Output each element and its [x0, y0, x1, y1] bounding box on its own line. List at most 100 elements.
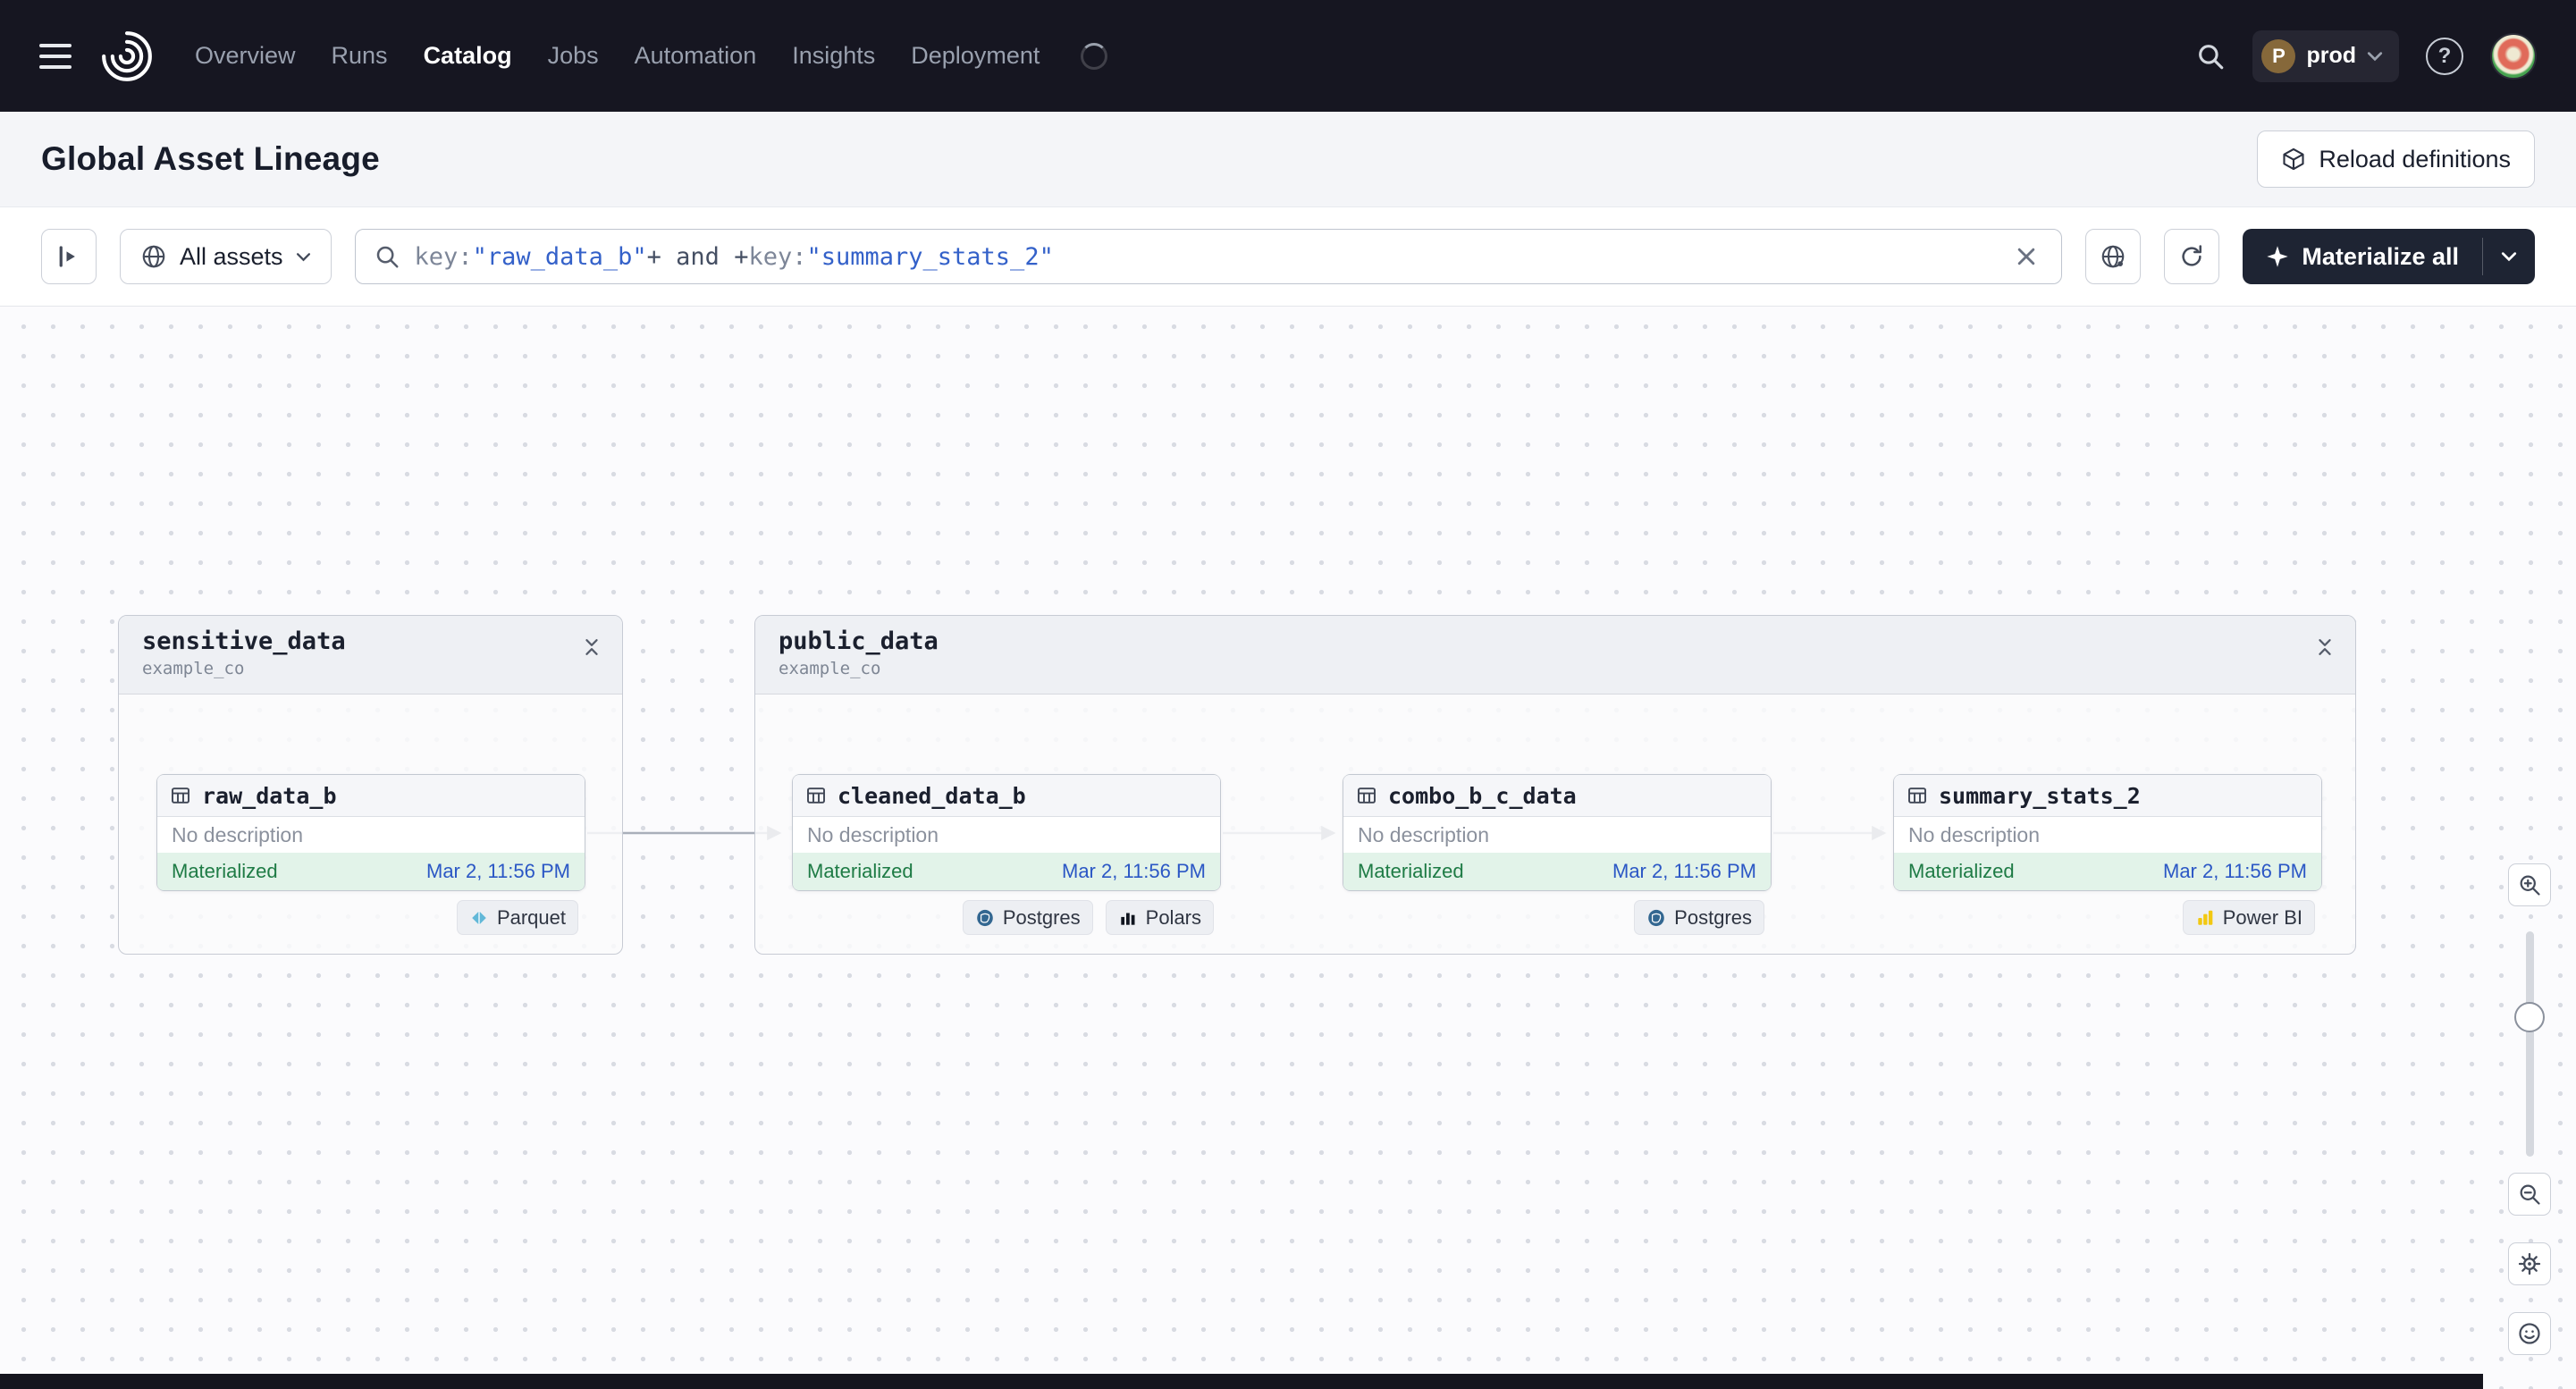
- reload-definitions-button[interactable]: Reload definitions: [2257, 130, 2535, 188]
- graph-settings-button[interactable]: [2085, 229, 2142, 284]
- zoom-out-button[interactable]: [2508, 1173, 2551, 1216]
- zoom-out-icon: [2520, 1184, 2540, 1205]
- question-mark-icon: ?: [2437, 43, 2452, 68]
- clear-search-button[interactable]: [2009, 240, 2043, 274]
- table-icon: [172, 787, 189, 804]
- code-location-cube-icon: [2283, 147, 2304, 171]
- nav-item-jobs[interactable]: Jobs: [548, 42, 599, 70]
- feedback-button[interactable]: [2508, 1312, 2551, 1355]
- materialization-timestamp-link[interactable]: Mar 2, 11:56 PM: [2163, 860, 2307, 883]
- asset-node-cleaned-data-b[interactable]: cleaned_data_b No description Materializ…: [792, 774, 1221, 891]
- parquet-icon: [472, 910, 486, 925]
- globe-lineage-icon: [2102, 245, 2125, 268]
- asset-status-row: Materialized Mar 2, 11:56 PM: [157, 853, 585, 890]
- group-name: public_data: [779, 627, 939, 655]
- table-icon: [1358, 787, 1376, 804]
- status-badge: Materialized: [1358, 860, 1464, 882]
- chevron-down-icon: [2367, 51, 2383, 61]
- materialization-timestamp-link[interactable]: Mar 2, 11:56 PM: [426, 860, 570, 883]
- asset-status-row: Materialized Mar 2, 11:56 PM: [1343, 853, 1771, 890]
- materialization-timestamp-link[interactable]: Mar 2, 11:56 PM: [1612, 860, 1756, 883]
- zoom-slider-track[interactable]: [2526, 931, 2534, 1157]
- asset-scope-dropdown[interactable]: All assets: [120, 229, 332, 284]
- lineage-canvas[interactable]: sensitive_data example_co public_data ex…: [0, 307, 2576, 1389]
- asset-status-row: Materialized Mar 2, 11:56 PM: [793, 853, 1220, 890]
- tag-row-combo-b-c-data: Postgres: [1634, 900, 1764, 935]
- status-badge: Materialized: [1908, 860, 2015, 882]
- kind-tag-parquet[interactable]: Parquet: [456, 900, 578, 935]
- refresh-icon: [2182, 245, 2202, 266]
- asset-name: summary_stats_2: [1939, 782, 2141, 809]
- primary-nav: Overview Runs Catalog Jobs Automation In…: [195, 42, 1108, 70]
- nav-item-catalog[interactable]: Catalog: [424, 42, 512, 70]
- tag-row-cleaned-data-b: Postgres Polars: [962, 900, 1214, 935]
- tag-row-raw-data-b: Parquet: [456, 900, 578, 935]
- nav-item-deployment[interactable]: Deployment: [911, 42, 1040, 70]
- collapse-icon: [585, 638, 598, 655]
- zoom-slider-handle[interactable]: [2514, 1002, 2545, 1032]
- materialization-timestamp-link[interactable]: Mar 2, 11:56 PM: [1062, 860, 1206, 883]
- nav-item-runs[interactable]: Runs: [332, 42, 388, 70]
- tag-row-summary-stats-2: Power BI: [2182, 900, 2315, 935]
- dagster-app: Overview Runs Catalog Jobs Automation In…: [0, 0, 2576, 1389]
- hamburger-icon: [39, 43, 72, 47]
- nav-item-overview[interactable]: Overview: [195, 42, 296, 70]
- materialize-options-caret[interactable]: [2483, 229, 2535, 284]
- lineage-toolbar: All assets key: "raw_data_b" + and + key: "s…: [0, 207, 2576, 307]
- asset-status-row: Materialized Mar 2, 11:56 PM: [1894, 853, 2321, 890]
- powerbi-icon: [2198, 910, 2213, 925]
- collapse-icon: [2319, 638, 2331, 655]
- dagster-logo-icon: [98, 28, 156, 85]
- group-location: example_co: [779, 659, 881, 679]
- search-button[interactable]: [2195, 41, 2226, 72]
- zoom-in-icon: [2520, 875, 2540, 896]
- asset-node-summary-stats-2[interactable]: summary_stats_2 No description Materiali…: [1893, 774, 2322, 891]
- asset-search-input[interactable]: key: "raw_data_b" + and + key: "summary_stat…: [354, 229, 2063, 284]
- kind-tag-postgres[interactable]: Postgres: [962, 900, 1093, 935]
- collapse-group-button[interactable]: [581, 633, 602, 663]
- kind-tag-powerbi[interactable]: Power BI: [2182, 900, 2315, 935]
- materialize-all-button[interactable]: Materialize all: [2243, 229, 2535, 284]
- asset-description: No description: [807, 822, 939, 846]
- nav-item-automation[interactable]: Automation: [635, 42, 757, 70]
- node-header: summary_stats_2: [1894, 775, 2321, 817]
- status-badge: Materialized: [172, 860, 278, 882]
- node-header: cleaned_data_b: [793, 775, 1220, 817]
- nav-item-insights[interactable]: Insights: [792, 42, 875, 70]
- asset-node-combo-b-c-data[interactable]: combo_b_c_data No description Materializ…: [1343, 774, 1772, 891]
- top-navbar: Overview Runs Catalog Jobs Automation In…: [0, 0, 2576, 112]
- search-icon: [2199, 44, 2224, 69]
- polars-icon: [1120, 913, 1135, 925]
- asset-node-raw-data-b[interactable]: raw_data_b No description Materialized M…: [156, 774, 585, 891]
- table-icon: [1908, 787, 1926, 804]
- search-icon: [376, 246, 399, 268]
- navbar-right-cluster: P prod ?: [2195, 29, 2537, 82]
- close-icon: [2018, 248, 2035, 265]
- menu-button[interactable]: [39, 43, 72, 69]
- status-badge: Materialized: [807, 860, 913, 882]
- bottom-edge-bar: [0, 1374, 2483, 1389]
- group-name: sensitive_data: [142, 627, 346, 655]
- asset-description: No description: [1358, 822, 1490, 846]
- graph-settings-gear-button[interactable]: [2508, 1242, 2551, 1285]
- deployment-switcher[interactable]: P prod: [2252, 29, 2399, 82]
- sparkle-icon: [2267, 246, 2289, 267]
- asset-name: raw_data_b: [202, 782, 337, 809]
- refresh-button[interactable]: [2164, 229, 2220, 284]
- deployment-badge: P: [2261, 38, 2296, 73]
- group-header: sensitive_data example_co: [119, 616, 622, 694]
- page-header: Global Asset Lineage Reload definitions: [0, 112, 2576, 207]
- asset-name: cleaned_data_b: [838, 782, 1026, 809]
- collapse-sidebar-button[interactable]: [41, 229, 97, 284]
- table-icon: [807, 787, 825, 804]
- user-avatar[interactable]: [2490, 32, 2537, 80]
- help-button[interactable]: ?: [2426, 37, 2463, 75]
- chevron-down-icon: [296, 252, 310, 261]
- kind-tag-polars[interactable]: Polars: [1105, 900, 1214, 935]
- page-title: Global Asset Lineage: [41, 140, 380, 177]
- zoom-in-button[interactable]: [2508, 863, 2551, 906]
- kind-tag-postgres[interactable]: Postgres: [1634, 900, 1764, 935]
- panel-expand-icon: [59, 246, 75, 267]
- collapse-group-button[interactable]: [2314, 633, 2336, 663]
- asset-name: combo_b_c_data: [1388, 782, 1577, 809]
